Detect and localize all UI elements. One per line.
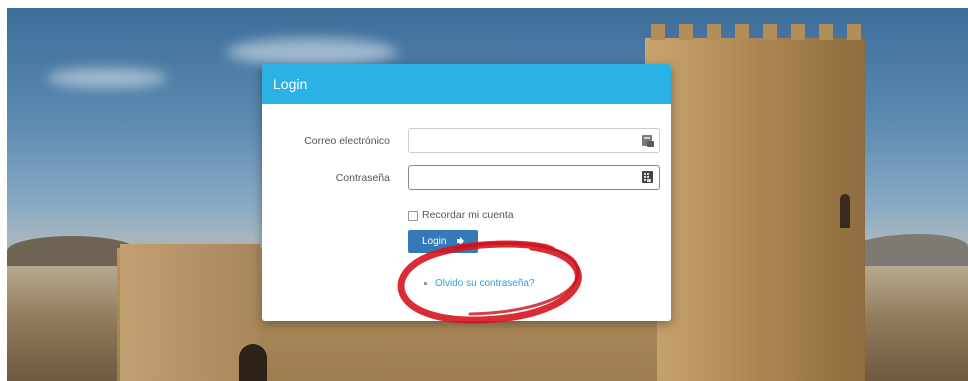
cloud (227, 38, 397, 66)
login-button-label: Login (422, 236, 447, 247)
contact-card-icon (642, 135, 654, 147)
remember-me-checkbox[interactable] (408, 211, 418, 221)
sign-in-icon (457, 237, 464, 245)
email-row: Correo electrónico (262, 128, 671, 155)
login-dialog-title: Login (273, 76, 308, 92)
login-dialog: Login Correo electrónico Contraseña Reco… (262, 64, 671, 321)
login-dialog-header: Login (262, 64, 671, 104)
login-button[interactable]: Login (408, 230, 478, 253)
keypad-icon (642, 171, 653, 183)
password-input[interactable] (409, 166, 645, 189)
email-field[interactable] (408, 128, 660, 153)
email-label: Correo electrónico (304, 135, 390, 147)
distant-hill (847, 234, 968, 266)
password-field[interactable] (408, 165, 660, 190)
castle-keep-tower (645, 24, 865, 381)
password-label: Contraseña (335, 172, 390, 184)
forgot-password-item: Olvido su contraseña? (427, 278, 535, 289)
forgot-password-link[interactable]: Olvido su contraseña? (435, 278, 535, 289)
remember-me-label: Recordar mi cuenta (422, 209, 514, 221)
tower-window (840, 194, 850, 228)
email-input[interactable] (409, 129, 645, 152)
castle-gate (239, 344, 267, 381)
password-row: Contraseña (262, 165, 671, 192)
cloud (47, 68, 167, 88)
